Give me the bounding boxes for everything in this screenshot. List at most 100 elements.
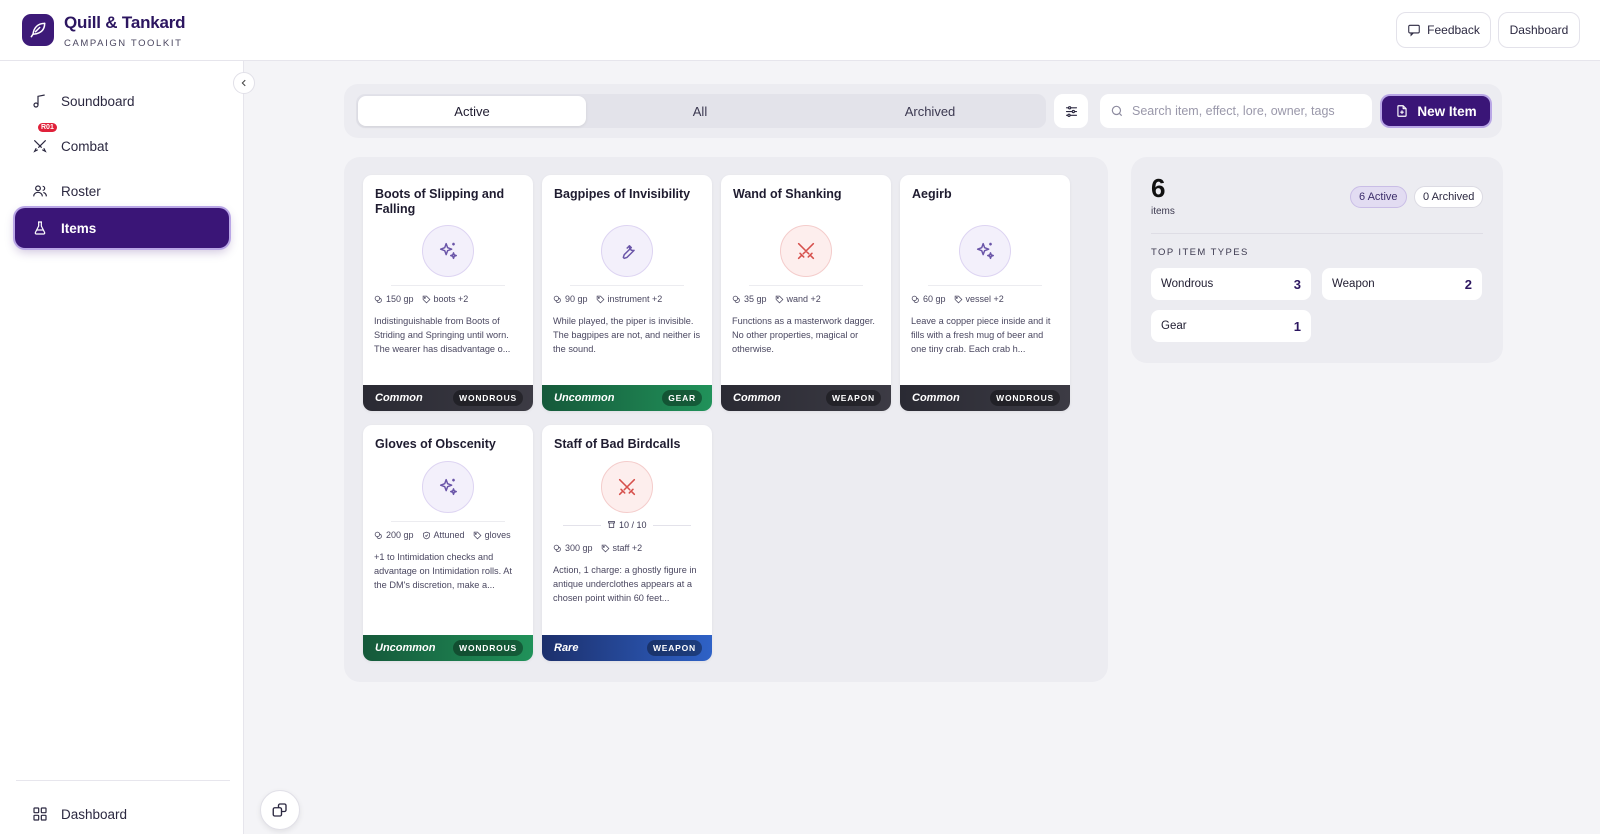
feedback-button[interactable]: Feedback <box>1396 12 1491 48</box>
shield-check-icon <box>422 531 430 539</box>
item-title: Wand of Shanking <box>733 187 842 201</box>
section-title: TOP ITEM TYPES <box>1151 247 1249 258</box>
tag-icon <box>422 295 430 303</box>
type-tile-weapon[interactable]: Weapon 2 <box>1322 268 1482 300</box>
sidebar-divider <box>16 780 230 781</box>
type-badge: GEAR <box>662 390 702 406</box>
item-description: +1 to Intimidation checks and advantage … <box>374 552 512 590</box>
coins-icon <box>553 544 561 552</box>
sidebar-item-label: Combat <box>61 138 109 154</box>
item-footer: Uncommon GEAR <box>542 385 712 411</box>
wrench-icon <box>601 225 653 277</box>
item-meta: 200 gp Attuned gloves <box>374 530 511 540</box>
tag-icon <box>775 295 783 303</box>
type-tile-gear[interactable]: Gear 1 <box>1151 310 1311 342</box>
sidebar-item-dashboard[interactable]: Dashboard <box>15 794 229 834</box>
new-document-icon <box>1397 105 1408 117</box>
quill-logo-icon[interactable] <box>22 14 54 46</box>
search-input[interactable] <box>1132 104 1367 118</box>
item-footer: Uncommon WONDROUS <box>363 635 533 661</box>
rarity-label: Uncommon <box>554 392 615 404</box>
item-card[interactable]: Bagpipes of Invisibility 90 gp instrumen… <box>542 175 712 411</box>
sparkles-icon <box>959 225 1011 277</box>
new-item-button[interactable]: New Item <box>1382 96 1490 126</box>
items-count: 6 <box>1151 173 1166 203</box>
item-card[interactable]: Boots of Slipping and Falling 150 gp boo… <box>363 175 533 411</box>
rarity-label: Common <box>912 392 960 404</box>
archived-count-pill[interactable]: 0 Archived <box>1414 186 1484 208</box>
app-header: Quill & Tankard CAMPAIGN TOOLKIT Feedbac… <box>0 0 1600 61</box>
sparkles-icon <box>422 225 474 277</box>
sparkles-icon <box>422 461 474 513</box>
items-summary-panel: 6 items 6 Active 0 Archived TOP ITEM TYP… <box>1131 157 1503 363</box>
item-card[interactable]: Aegirb 60 gp vessel +2 Leave a copper pi… <box>900 175 1070 411</box>
sidebar-item-label: Items <box>61 220 97 236</box>
dashboard-button[interactable]: Dashboard <box>1498 12 1580 48</box>
item-card[interactable]: Gloves of Obscenity 200 gp Attuned glove… <box>363 425 533 661</box>
brand-subtitle: CAMPAIGN TOOLKIT <box>64 38 183 49</box>
item-footer: Common WONDROUS <box>900 385 1070 411</box>
dice-fab-button[interactable] <box>260 790 300 830</box>
music-note-icon <box>31 92 49 110</box>
item-title: Bagpipes of Invisibility <box>554 187 691 201</box>
chevron-left-icon <box>241 79 246 87</box>
charge-icon <box>608 521 616 528</box>
tag-icon <box>601 544 609 552</box>
tab-active[interactable]: Active <box>358 96 586 126</box>
type-badge: WEAPON <box>825 390 881 406</box>
item-description: Action, 1 charge: a ghostly figure in an… <box>553 565 697 603</box>
users-icon <box>31 182 49 200</box>
item-meta: 300 gp staff +2 <box>553 543 642 553</box>
collapse-sidebar-button[interactable] <box>233 72 255 94</box>
item-meta: 60 gp vessel +2 <box>911 294 1004 304</box>
tab-archived[interactable]: Archived <box>816 96 1044 126</box>
item-meta: 90 gp instrument +2 <box>553 294 662 304</box>
crossed-swords-icon <box>601 461 653 513</box>
item-meta: 35 gp wand +2 <box>732 294 821 304</box>
item-footer: Rare WEAPON <box>542 635 712 661</box>
sidebar-item-roster[interactable]: Roster <box>15 171 229 211</box>
type-badge: WEAPON <box>646 640 702 656</box>
search-icon <box>1111 105 1123 117</box>
item-card[interactable]: Wand of Shanking 35 gp wand +2 Functions… <box>721 175 891 411</box>
type-tile-wondrous[interactable]: Wondrous 3 <box>1151 268 1311 300</box>
type-badge: WONDROUS <box>990 390 1060 406</box>
dice-icon <box>272 803 287 817</box>
tag-icon <box>954 295 962 303</box>
coins-icon <box>553 295 561 303</box>
filter-button[interactable] <box>1054 94 1088 128</box>
active-count-pill[interactable]: 6 Active <box>1350 186 1407 208</box>
grid-icon <box>31 805 49 823</box>
item-card[interactable]: Staff of Bad Birdcalls 10 / 10 300 gp st… <box>542 425 712 661</box>
rarity-label: Common <box>375 392 423 404</box>
rarity-label: Uncommon <box>375 642 436 654</box>
item-description: Indistinguishable from Boots of Striding… <box>374 316 511 354</box>
rarity-label: Common <box>733 392 781 404</box>
item-description: Leave a copper piece inside and it fills… <box>911 316 1051 354</box>
crossed-swords-icon <box>31 137 49 155</box>
coins-icon <box>911 295 919 303</box>
search-box <box>1100 94 1372 128</box>
combat-round-badge: R01 <box>38 123 57 132</box>
coins-icon <box>374 531 382 539</box>
item-title: Aegirb <box>912 187 952 201</box>
tag-icon <box>473 531 481 539</box>
sidebar-item-combat[interactable]: Combat <box>15 126 229 166</box>
charges-indicator: 10 / 10 <box>542 520 712 530</box>
items-count-label: items <box>1151 206 1175 217</box>
sidebar-item-soundboard[interactable]: Soundboard <box>15 81 229 121</box>
item-title: Gloves of Obscenity <box>375 437 496 451</box>
tab-all[interactable]: All <box>586 96 814 126</box>
item-title: Staff of Bad Birdcalls <box>554 437 681 451</box>
items-toolbar: Active All Archived New Item <box>344 84 1502 138</box>
item-footer: Common WONDROUS <box>363 385 533 411</box>
sidebar-item-items[interactable]: Items <box>15 208 229 248</box>
sidebar: Soundboard Combat Roster Items Dashboard <box>0 61 244 834</box>
flask-icon <box>31 219 49 237</box>
rarity-label: Rare <box>554 642 579 654</box>
brand-title: Quill & Tankard <box>64 13 186 32</box>
item-description: While played, the piper is invisible. Th… <box>553 316 701 354</box>
type-badge: WONDROUS <box>453 640 523 656</box>
status-segmented-control: Active All Archived <box>356 94 1046 128</box>
sidebar-item-label: Dashboard <box>61 806 128 822</box>
